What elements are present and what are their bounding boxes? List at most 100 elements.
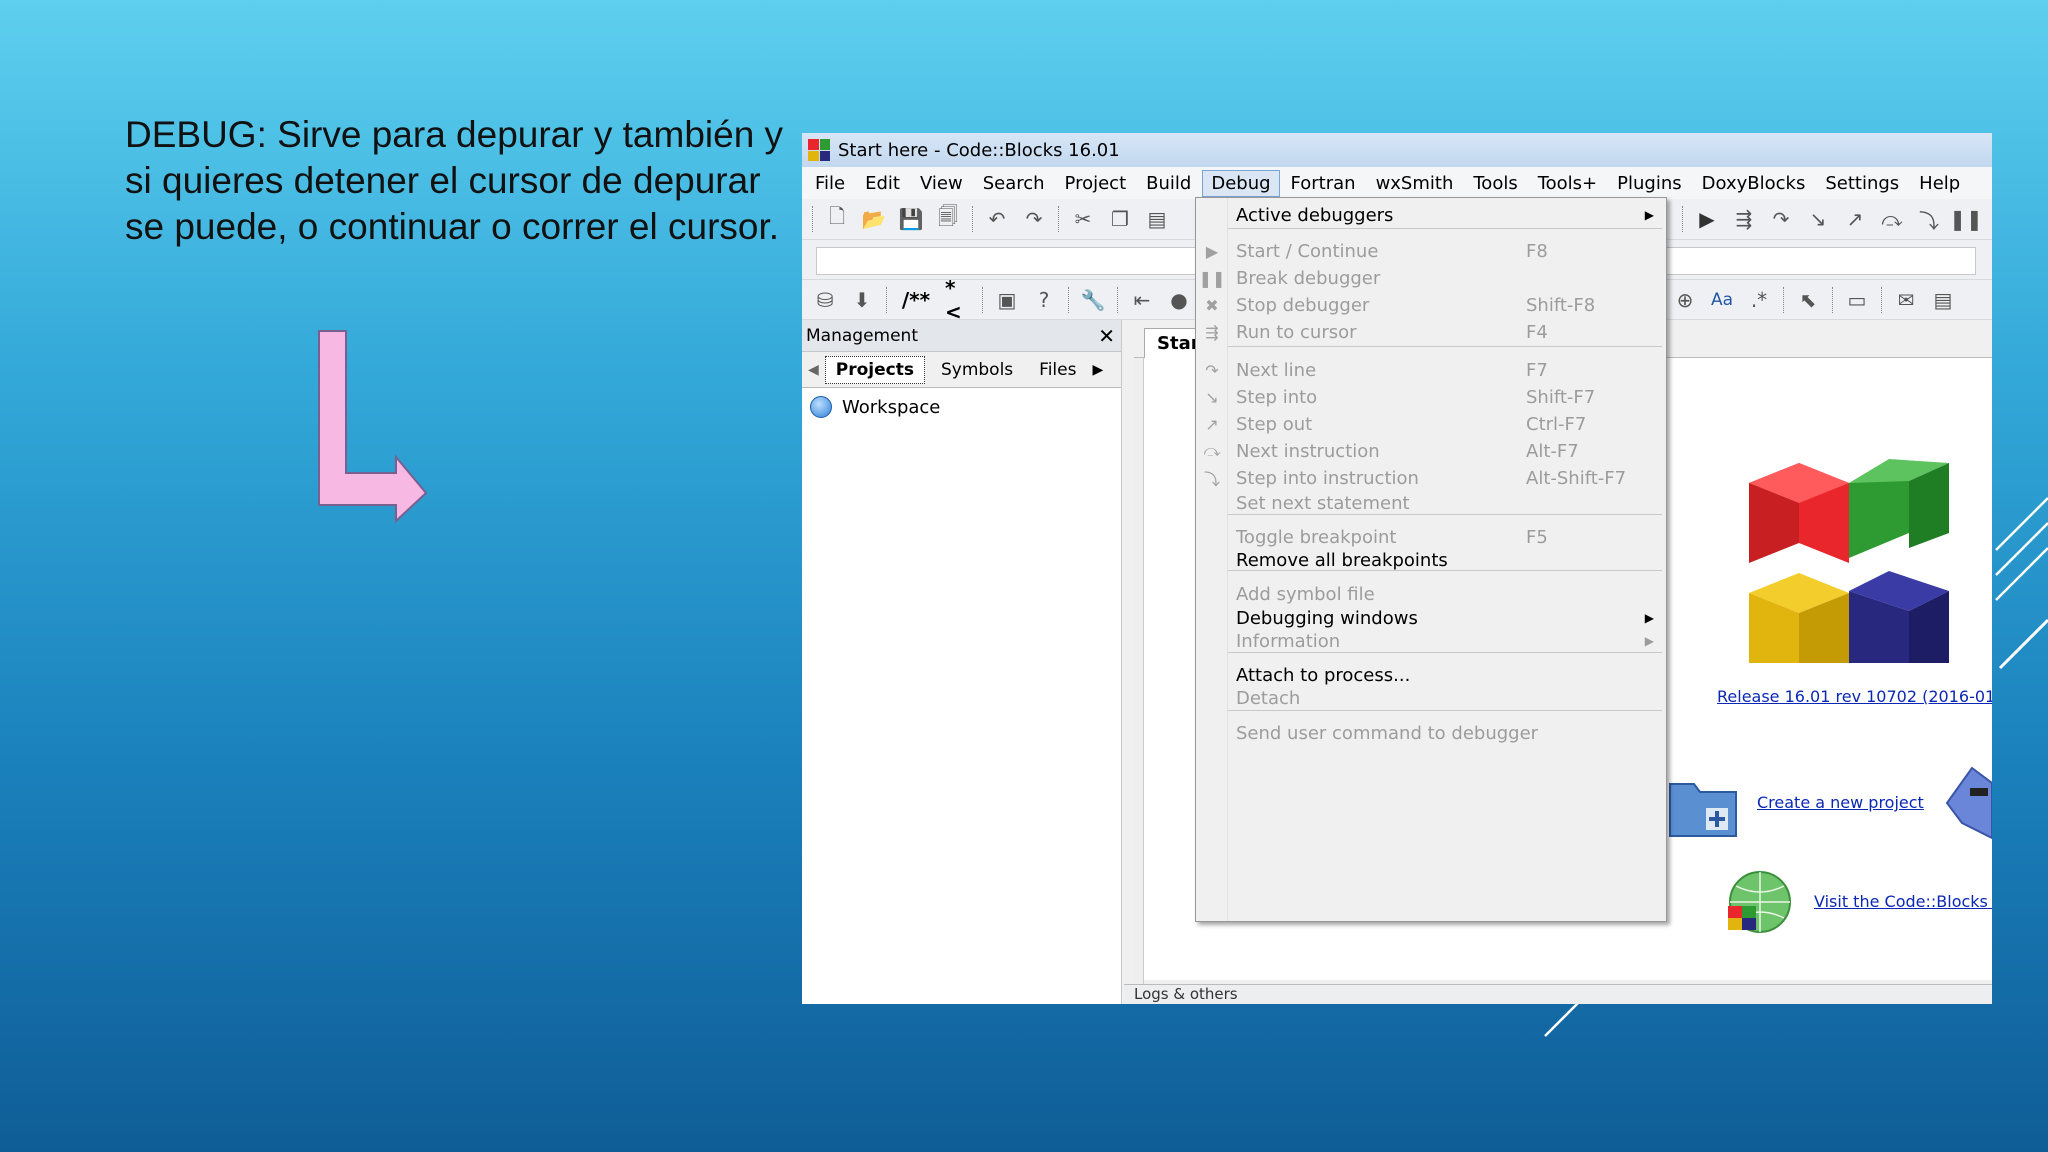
toolbar-separator (972, 206, 974, 232)
menu-wxsmith[interactable]: wxSmith (1367, 170, 1463, 197)
menu-search[interactable]: Search (974, 170, 1054, 197)
pointer-icon[interactable]: ⬉ (1795, 287, 1821, 313)
step-into-icon[interactable]: ↘ (1805, 206, 1831, 232)
open-file-icon[interactable]: 📂 (861, 206, 887, 232)
debug-toolbar: ▶ ⇶ ↷ ↘ ↗ ⤼ ⤵ ❚❚ (1682, 199, 1990, 239)
menu-item-label: Detach (1236, 687, 1301, 709)
menu-item-label: Step out (1236, 413, 1313, 435)
editor-gutter (1134, 358, 1144, 1004)
menu-item-information[interactable]: Information ▶ (1196, 627, 1666, 655)
menu-item-active-debuggers[interactable]: Active debuggers ▶ (1196, 201, 1666, 229)
chevron-left-icon[interactable]: ◀ (808, 362, 819, 378)
menu-tools-plus[interactable]: Tools+ (1529, 170, 1606, 197)
menu-item-start-continue[interactable]: ▶ Start / Continue F8 (1196, 237, 1666, 265)
next-instruction-icon[interactable]: ⤼ (1879, 206, 1905, 232)
debug-continue-icon[interactable]: ▶ (1694, 206, 1720, 232)
back-icon[interactable]: ⇤ (1129, 287, 1155, 313)
break-debugger-icon[interactable]: ❚❚ (1949, 206, 1983, 232)
circle-icon[interactable]: ● (1166, 287, 1192, 313)
menu-item-set-next-statement[interactable]: Set next statement (1196, 489, 1666, 517)
tab-projects[interactable]: Projects (824, 355, 925, 384)
menu-item-detach[interactable]: Detach (1196, 684, 1666, 712)
release-link[interactable]: Release 16.01 rev 10702 (2016-01- (1717, 687, 1992, 706)
menu-item-label: Step into instruction (1236, 467, 1419, 489)
tab-symbols[interactable]: Symbols (931, 357, 1023, 383)
menu-plugins[interactable]: Plugins (1608, 170, 1690, 197)
stop-icon: ✖ (1205, 295, 1219, 315)
tree-item-workspace[interactable]: Workspace (802, 388, 1121, 426)
menu-item-step-into[interactable]: ↘ Step into Shift-F7 (1196, 383, 1666, 411)
new-file-icon[interactable]: 🗋 (824, 204, 850, 232)
doc-comment-button[interactable]: /** (898, 287, 934, 313)
font-icon[interactable]: Aa (1709, 287, 1735, 313)
menu-item-shortcut: F7 (1526, 359, 1548, 381)
paste-icon[interactable]: ▤ (1144, 206, 1170, 232)
toolbar-grip (812, 206, 814, 232)
build-target-icon[interactable]: ⛁ (812, 287, 838, 313)
menu-item-label: Next line (1236, 359, 1317, 381)
menu-settings[interactable]: Settings (1816, 170, 1908, 197)
run-to-cursor-icon[interactable]: ⇶ (1731, 206, 1757, 232)
menu-separator (1228, 346, 1662, 347)
menu-project[interactable]: Project (1056, 170, 1136, 197)
menu-tools[interactable]: Tools (1464, 170, 1526, 197)
wrench-icon[interactable]: 🔧 (1080, 287, 1106, 313)
menu-item-break-debugger[interactable]: ❚❚ Break debugger (1196, 264, 1666, 292)
menu-item-label: Attach to process... (1236, 664, 1411, 686)
doxywizard-icon[interactable]: ▣ (994, 287, 1020, 313)
menu-item-label: Run to cursor (1236, 321, 1357, 343)
step-into-instruction-icon[interactable]: ⤵ (1916, 206, 1942, 233)
tab-files[interactable]: Files (1029, 357, 1086, 383)
redo-icon[interactable]: ↷ (1021, 206, 1047, 232)
menu-item-send-user-command-to-debugger[interactable]: Send user command to debugger (1196, 719, 1666, 747)
help-file-icon[interactable]: ? (1031, 287, 1057, 313)
pause-icon: ❚❚ (1198, 268, 1226, 288)
menu-item-label: Break debugger (1236, 267, 1381, 289)
save-icon[interactable]: 💾 (898, 206, 924, 232)
jump-icon[interactable]: ⬇ (849, 287, 875, 313)
save-all-icon[interactable]: 🗐 (935, 204, 961, 232)
menu-item-remove-all-breakpoints[interactable]: Remove all breakpoints (1196, 546, 1666, 574)
play-icon: ▶ (1205, 241, 1219, 261)
panel-icon[interactable]: ▭ (1844, 287, 1870, 313)
close-icon[interactable]: ✕ (1098, 324, 1115, 348)
undo-icon[interactable]: ↶ (984, 206, 1010, 232)
menu-item-step-into-instruction[interactable]: ⤵ Step into instruction Alt-Shift-F7 (1196, 464, 1666, 492)
next-line-icon[interactable]: ↷ (1768, 206, 1794, 232)
add-icon[interactable]: ⊕ (1672, 287, 1698, 313)
toolbar-separator (1117, 286, 1119, 313)
menu-help[interactable]: Help (1910, 170, 1969, 197)
toolbar-separator (886, 286, 888, 313)
bent-arrow-icon (318, 330, 428, 524)
management-panel: Management ✕ ◀ Projects Symbols Files ▶ … (802, 320, 1122, 1004)
menu-item-next-instruction[interactable]: ⤼ Next instruction Alt-F7 (1196, 437, 1666, 465)
menu-view[interactable]: View (911, 170, 972, 197)
menu-item-label: Add symbol file (1236, 583, 1375, 605)
step-out-icon[interactable]: ↗ (1842, 206, 1868, 232)
menu-item-run-to-cursor[interactable]: ⇶ Run to cursor F4 (1196, 318, 1666, 346)
step-into-instruction-icon: ⤵ (1203, 470, 1220, 489)
menu-edit[interactable]: Edit (856, 170, 909, 197)
menu-item-stop-debugger[interactable]: ✖ Stop debugger Shift-F8 (1196, 291, 1666, 319)
menu-file[interactable]: File (806, 170, 854, 197)
menu-item-step-out[interactable]: ↗ Step out Ctrl-F7 (1196, 410, 1666, 438)
regex-icon[interactable]: .* (1746, 287, 1772, 313)
visit-forum-link[interactable]: Visit the Code::Blocks f (1814, 892, 1992, 911)
toolbar-separator (1068, 286, 1070, 313)
menu-fortran[interactable]: Fortran (1282, 170, 1365, 197)
menu-build[interactable]: Build (1137, 170, 1200, 197)
document-icon[interactable]: ▤ (1930, 287, 1956, 313)
menu-item-label: Information (1236, 630, 1341, 652)
menu-doxyblocks[interactable]: DoxyBlocks (1693, 170, 1815, 197)
copy-icon[interactable]: ❐ (1107, 206, 1133, 232)
create-project-link[interactable]: Create a new project (1757, 793, 1924, 812)
codeblocks-app-icon (808, 139, 830, 161)
mail-icon[interactable]: ✉ (1893, 287, 1919, 313)
menu-item-shortcut: F4 (1526, 321, 1548, 343)
menu-item-next-line[interactable]: ↷ Next line F7 (1196, 356, 1666, 384)
menu-debug[interactable]: Debug (1202, 169, 1280, 197)
chevron-right-icon[interactable]: ▶ (1092, 362, 1103, 378)
toolbar-separator (1682, 206, 1684, 232)
inline-comment-button[interactable]: *< (945, 276, 971, 324)
cut-icon[interactable]: ✂ (1070, 206, 1096, 232)
